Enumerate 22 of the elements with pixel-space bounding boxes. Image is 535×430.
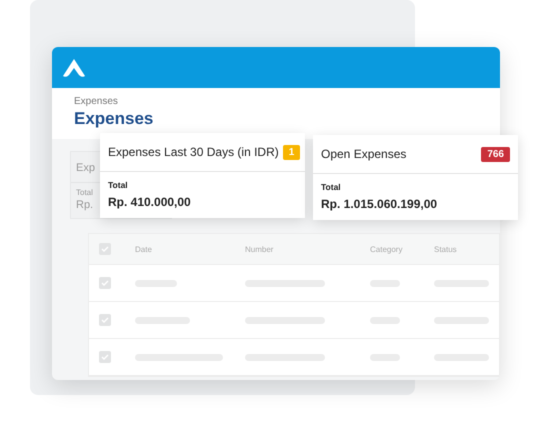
card-value: Rp. <box>76 199 94 211</box>
card-label: Total <box>76 188 93 197</box>
card-value: Rp. 1.015.060.199,00 <box>320 196 438 213</box>
checkbox[interactable] <box>99 351 111 363</box>
checkbox[interactable] <box>99 277 111 289</box>
column-header[interactable]: Category <box>370 244 434 254</box>
card-label: Total <box>107 179 129 190</box>
page-title: Expenses <box>74 109 154 129</box>
logo-icon <box>62 58 86 78</box>
checkbox[interactable] <box>99 314 111 326</box>
card-title: Exp <box>76 162 95 174</box>
card-title: Expenses Last 30 Days (in IDR) <box>108 145 279 159</box>
card-title: Open Expenses <box>321 147 406 161</box>
column-header[interactable]: Date <box>135 244 245 254</box>
breadcrumb[interactable]: Expenses <box>74 96 478 107</box>
card-value: Rp. 410.000,00 <box>107 194 192 211</box>
checkbox[interactable] <box>99 243 111 255</box>
column-header[interactable]: Number <box>245 244 370 254</box>
card-label: Total <box>320 181 342 192</box>
count-badge: 766 <box>481 146 510 162</box>
count-badge: 1 <box>282 144 300 160</box>
column-header[interactable]: Status <box>434 244 499 254</box>
